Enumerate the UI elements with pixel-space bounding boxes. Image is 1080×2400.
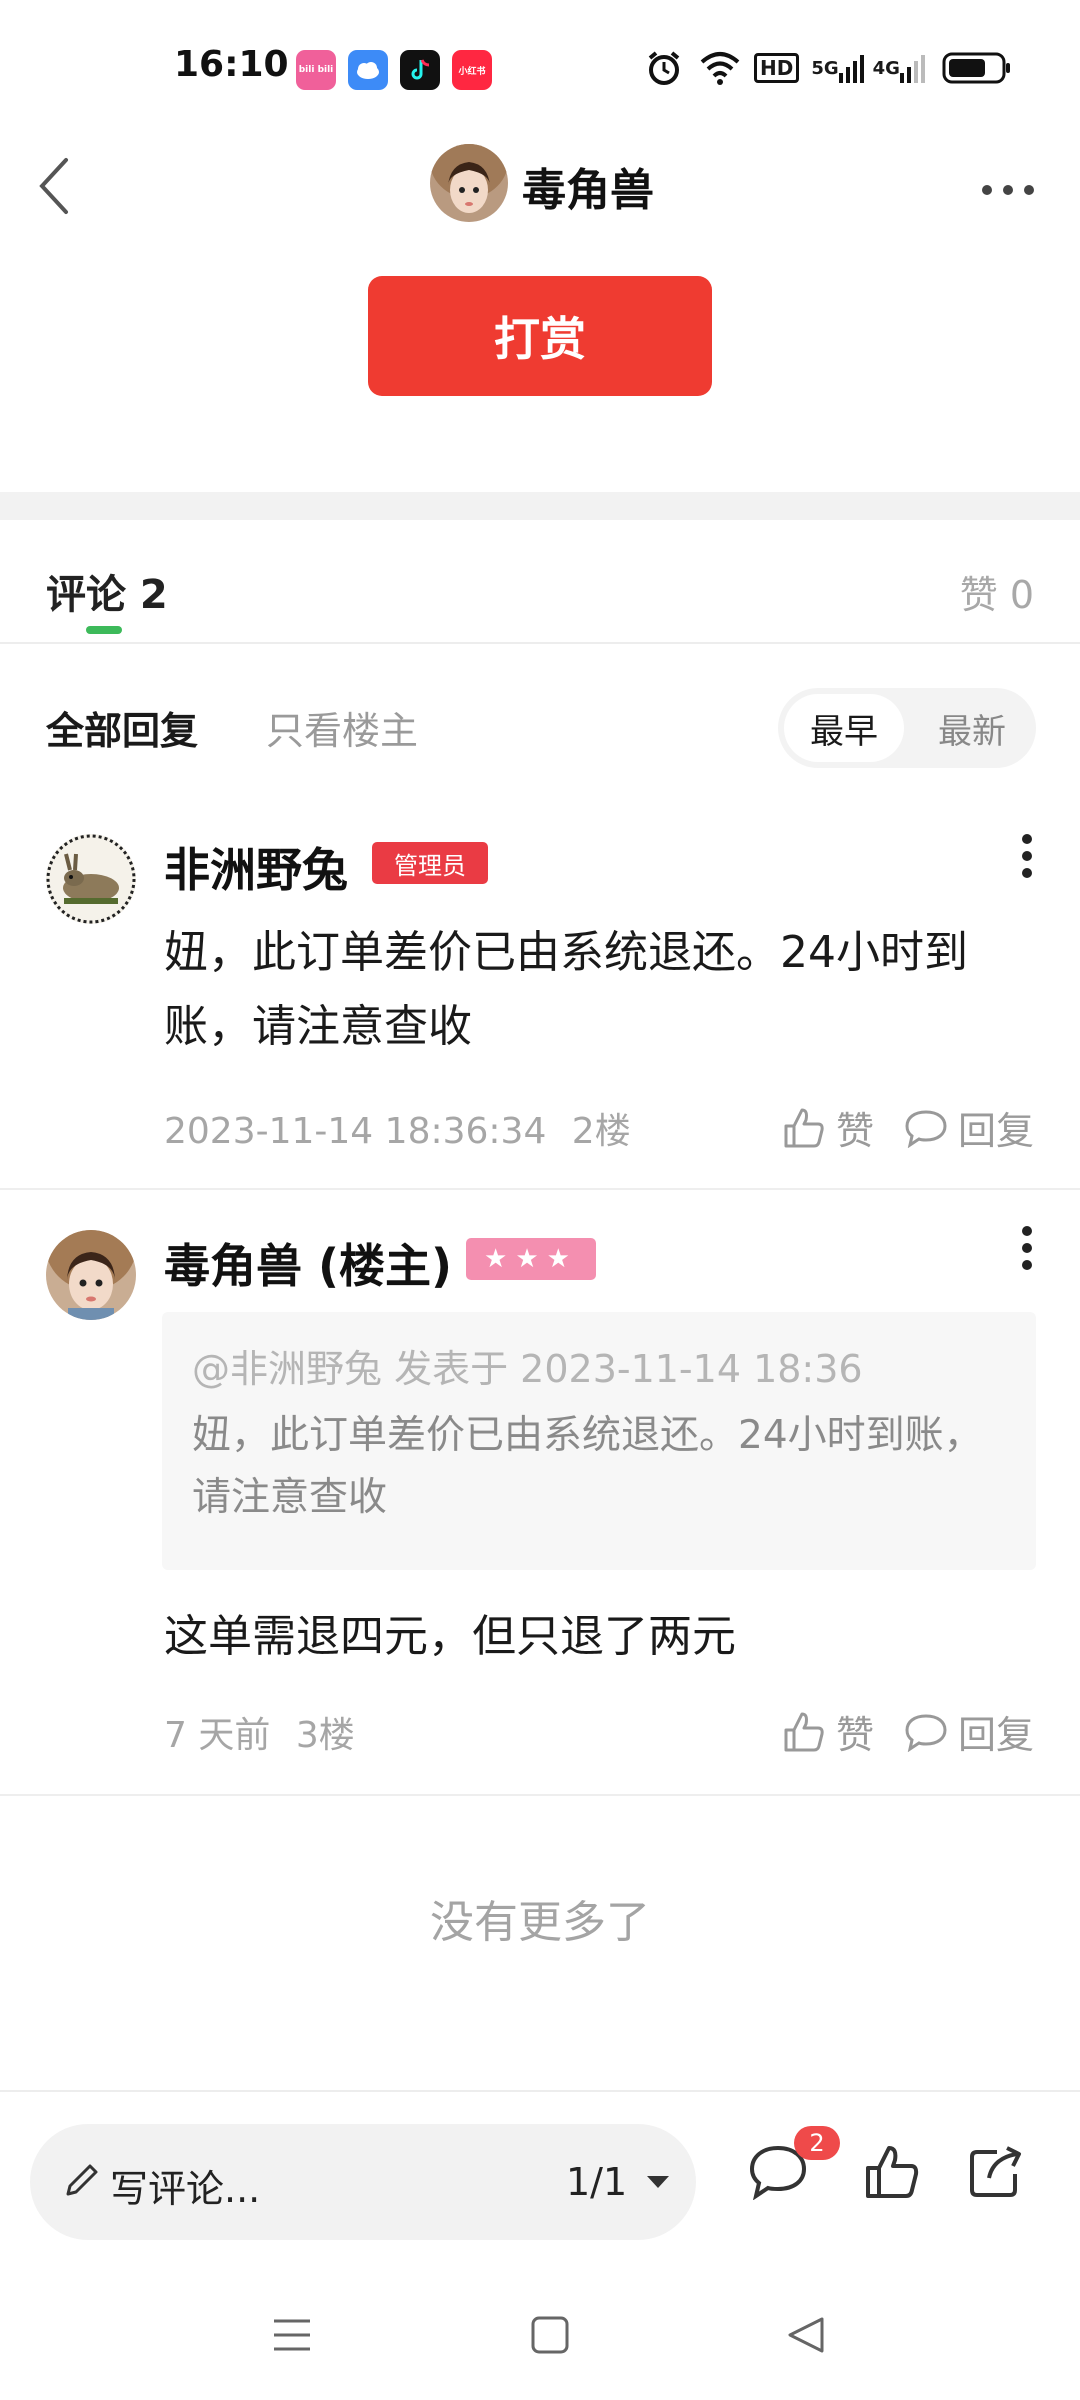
douyin-icon: [400, 50, 440, 90]
nav-menu-button[interactable]: [252, 2300, 332, 2370]
commenter-avatar[interactable]: [46, 1230, 136, 1320]
home-square-icon: [531, 2316, 569, 2354]
page-selector[interactable]: 1/1: [566, 2160, 671, 2204]
thumbs-up-icon: [784, 1108, 824, 1147]
comment-text: 这单需退四元，但只退了两元: [164, 1611, 736, 1662]
no-more-text: 没有更多了: [430, 1897, 650, 1948]
chevron-left-icon: [39, 158, 68, 214]
quote-header: @非洲野兔 发表于 2023-11-14 18:36: [192, 1347, 863, 1391]
nav-back-button[interactable]: [766, 2300, 846, 2370]
system-navigation-bar: [0, 2270, 1080, 2400]
like-button[interactable]: 赞: [782, 1100, 874, 1155]
filter-all-replies[interactable]: 全部回复: [46, 700, 198, 755]
commenter-avatar[interactable]: [46, 834, 136, 924]
comment-meta: 2023-11-14 18:36:34 2楼: [164, 1102, 631, 1154]
share-icon: [970, 2146, 1021, 2197]
author-avatar[interactable]: [430, 144, 508, 222]
signal-5g-icon: [838, 55, 864, 83]
alarm-icon: [648, 51, 680, 85]
comment-item: 非洲野兔 管理员 妞，此订单差价已由系统退还。24小时到账，请注意查收 2023…: [0, 804, 1080, 1188]
nav-home-button[interactable]: [510, 2300, 590, 2370]
comment-floor: 2楼: [571, 1111, 631, 1152]
level-stars-badge: ★★★: [466, 1238, 596, 1280]
tab-likes[interactable]: 赞 0: [960, 564, 1034, 619]
battery-icon: [942, 52, 1010, 84]
quoted-comment: @非洲野兔 发表于 2023-11-14 18:36 妞，此订单差价已由系统退还…: [162, 1312, 1036, 1570]
menu-icon: [274, 2319, 310, 2351]
comment-tabs: 评论 2 赞 0: [0, 520, 1080, 644]
more-options-button[interactable]: [968, 160, 1048, 220]
caret-down-icon: [647, 2176, 670, 2188]
commenter-name[interactable]: 非洲野兔: [164, 834, 348, 900]
like-post-button[interactable]: [856, 2136, 928, 2208]
comment-count-badge: 2: [794, 2126, 840, 2160]
bottom-action-bar: 写评论... 1/1 2: [0, 2090, 1080, 2240]
signal-5g-label: 5G: [811, 57, 839, 79]
comment-bubble-icon: [905, 1109, 947, 1148]
more-horizontal-icon: [982, 185, 1034, 195]
tab-comments[interactable]: 评论 2: [46, 562, 168, 620]
bilibili-icon: bili bili: [296, 50, 336, 90]
comment-time: 2023-11-14 18:36:34: [164, 1111, 547, 1152]
page-indicator: 1/1: [566, 2160, 628, 2204]
cloud-app-icon: [348, 50, 388, 90]
wifi-icon: [700, 52, 740, 85]
pencil-icon: [66, 2164, 98, 2196]
reply-button[interactable]: 回复: [904, 1704, 1034, 1759]
comment-bubble-icon: [905, 1713, 947, 1752]
status-indicators: HD 5G 4G: [644, 46, 1012, 90]
comment-actions: 赞 回复: [752, 1100, 1034, 1155]
thumbs-up-icon: [784, 1712, 824, 1751]
status-time: 16:10: [174, 44, 289, 85]
comment-actions: 赞 回复: [752, 1704, 1034, 1759]
signal-4g-icon: [899, 55, 925, 83]
more-vertical-icon: [1022, 1226, 1032, 1270]
section-divider: [0, 492, 1080, 520]
comment-meta: 7 天前 3楼: [164, 1706, 355, 1758]
quote-text: 妞，此订单差价已由系统退还。24小时到账，请注意查收: [192, 1413, 983, 1520]
sort-toggle: 最早 最新: [778, 688, 1036, 768]
commenter-name[interactable]: 毒角兽 (楼主): [164, 1230, 452, 1296]
sort-newest[interactable]: 最新: [914, 694, 1030, 762]
author-name[interactable]: 毒角兽: [522, 154, 654, 218]
admin-badge: 管理员: [372, 842, 488, 884]
filter-row: 全部回复 只看楼主 最早 最新: [0, 644, 1080, 804]
more-vertical-icon: [1022, 834, 1032, 878]
comment-text: 妞，此订单差价已由系统退还。24小时到账，请注意查收: [164, 927, 968, 1052]
filter-op-only[interactable]: 只看楼主: [266, 700, 418, 755]
top-bar: 毒角兽: [0, 130, 1080, 250]
signal-4g-label: 4G: [872, 57, 900, 79]
tab-active-indicator: [86, 626, 122, 634]
like-button[interactable]: 赞: [782, 1704, 874, 1759]
comment-item: 毒角兽 (楼主) ★★★ @非洲野兔 发表于 2023-11-14 18:36 …: [0, 1190, 1080, 1794]
comment-time: 7 天前: [164, 1715, 271, 1756]
triangle-back-icon: [788, 2317, 824, 2353]
comment-separator: [0, 1794, 1080, 1796]
xiaohongshu-icon: 小红书: [452, 50, 492, 90]
sort-earliest[interactable]: 最早: [784, 694, 904, 762]
comment-floor: 3楼: [295, 1715, 355, 1756]
write-comment-placeholder: 写评论...: [110, 2167, 261, 2211]
reward-button[interactable]: 打赏: [368, 276, 712, 396]
hd-icon: HD: [754, 53, 800, 83]
thumbs-up-icon: [866, 2146, 919, 2198]
share-button[interactable]: [960, 2136, 1032, 2208]
write-comment-input[interactable]: 写评论... 1/1: [30, 2124, 696, 2240]
comment-more-button[interactable]: [1012, 826, 1042, 886]
comment-more-button[interactable]: [1012, 1218, 1042, 1278]
back-button[interactable]: [18, 150, 90, 222]
status-bar: 16:10 bili bili 小红书 HD 5G 4G: [0, 0, 1080, 130]
reply-button[interactable]: 回复: [904, 1100, 1034, 1155]
